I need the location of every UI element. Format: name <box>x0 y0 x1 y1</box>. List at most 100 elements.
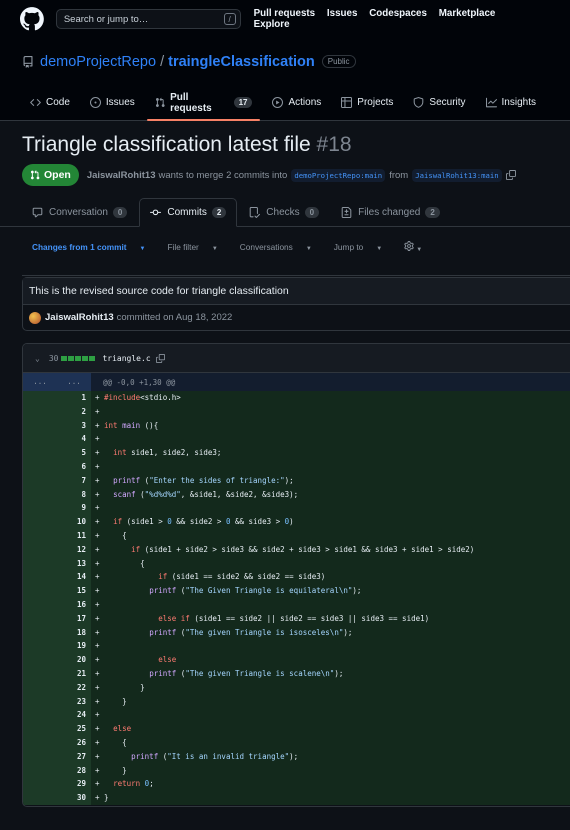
code-line: + printf ("It is an invalid triangle"); <box>91 749 570 764</box>
new-line-number[interactable]: 29 <box>57 777 91 792</box>
conversations-dropdown[interactable]: Conversations ▼ <box>240 242 323 252</box>
copy-icon[interactable] <box>505 170 516 180</box>
new-line-number[interactable]: 23 <box>57 694 91 709</box>
repo-name-link[interactable]: traingleClassification <box>168 54 315 70</box>
tab-security[interactable]: Security <box>405 85 473 120</box>
expand-down-button[interactable]: ... <box>57 373 91 391</box>
file-filter-dropdown[interactable]: File filter ▼ <box>167 242 228 252</box>
old-line-number <box>23 749 57 764</box>
new-line-number[interactable]: 18 <box>57 625 91 640</box>
new-line-number[interactable]: 27 <box>57 749 91 764</box>
code-line: + } <box>91 680 570 695</box>
tab-actions[interactable]: Actions <box>264 85 329 120</box>
code-line: + <box>91 459 570 474</box>
repo-owner-link[interactable]: demoProjectRepo <box>40 54 156 70</box>
pr-header: Triangle classification latest file #18 … <box>0 133 570 186</box>
code-line: + int main (){ <box>91 418 570 433</box>
new-line-number[interactable]: 2 <box>57 404 91 419</box>
tab-projects[interactable]: Projects <box>333 85 401 120</box>
new-line-number[interactable]: 7 <box>57 473 91 488</box>
tab-issues[interactable]: Issues <box>82 85 143 120</box>
new-line-number[interactable]: 24 <box>57 708 91 723</box>
chevron-down-icon[interactable]: ⌄ <box>35 354 40 363</box>
new-line-number[interactable]: 26 <box>57 735 91 750</box>
new-line-number[interactable]: 19 <box>57 639 91 654</box>
avatar[interactable] <box>29 311 41 324</box>
commit-range-dropdown[interactable]: Changes from 1 commit ▼ <box>32 242 156 252</box>
commit-date: committed on Aug 18, 2022 <box>116 312 233 323</box>
new-line-number[interactable]: 20 <box>57 653 91 667</box>
new-line-number[interactable]: 14 <box>57 570 91 585</box>
old-line-number <box>23 722 57 736</box>
search-input[interactable]: Search or jump to… / <box>55 9 241 29</box>
old-line-number <box>23 391 57 405</box>
tab-label: Issues <box>105 97 135 108</box>
new-line-number[interactable]: 21 <box>57 666 91 681</box>
diff-line: 26 + { <box>23 735 570 750</box>
base-branch[interactable]: demoProjectRepo:main <box>291 168 386 182</box>
table-icon <box>341 97 353 108</box>
tab-conversation[interactable]: Conversation 0 <box>22 198 137 226</box>
old-line-number <box>23 446 57 460</box>
new-line-number[interactable]: 22 <box>57 680 91 695</box>
new-line-number[interactable]: 6 <box>57 459 91 474</box>
tab-insights[interactable]: Insights <box>478 85 544 120</box>
nav-marketplace[interactable]: Marketplace <box>439 8 496 19</box>
tab-label: Conversation <box>49 206 108 218</box>
new-line-number[interactable]: 28 <box>57 763 91 778</box>
diff-line: 10 + if (side1 > 0 && side2 > 0 && side3 … <box>23 515 570 529</box>
new-line-number[interactable]: 17 <box>57 611 91 626</box>
code-line: + scanf ("%d%d%d", &side1, &side2, &side… <box>91 487 570 502</box>
tab-pull-requests[interactable]: Pull requests 17 <box>146 85 261 121</box>
new-line-number[interactable]: 12 <box>57 542 91 557</box>
copy-icon[interactable] <box>155 353 165 363</box>
diff-line: 18 + printf ("The given Triangle is isosc… <box>23 625 570 640</box>
old-line-number <box>23 597 57 612</box>
head-branch[interactable]: JaiswalRohit13:main <box>412 168 502 182</box>
new-line-number[interactable]: 16 <box>57 597 91 612</box>
tab-code[interactable]: Code <box>22 85 78 120</box>
commit-icon <box>150 209 162 216</box>
jump-to-dropdown[interactable]: Jump to ▼ <box>334 242 393 252</box>
new-line-number[interactable]: 9 <box>57 501 91 516</box>
new-line-number[interactable]: 30 <box>57 791 91 805</box>
tab-checks[interactable]: Checks 0 <box>239 198 329 226</box>
commit-author-link[interactable]: JaiswalRohit13 <box>45 312 114 323</box>
new-line-number[interactable]: 11 <box>57 528 91 543</box>
nav-pull-requests[interactable]: Pull requests <box>254 8 316 19</box>
search-shortcut-key: / <box>223 13 236 25</box>
github-logo-icon[interactable] <box>20 7 44 31</box>
commit-message[interactable]: This is the revised source code for tria… <box>23 278 570 305</box>
pr-merge-text: wants to merge 2 commits into <box>158 169 288 181</box>
nav-issues[interactable]: Issues <box>327 8 358 19</box>
new-line-number[interactable]: 13 <box>57 556 91 571</box>
file-name-link[interactable]: triangle.c <box>102 354 150 363</box>
old-line-number <box>23 639 57 654</box>
new-line-number[interactable]: 15 <box>57 584 91 598</box>
diff-line: 12 + if (side1 + side2 > side3 && side2 +… <box>23 542 570 557</box>
code-line: + #include<stdio.h> <box>91 391 570 405</box>
old-line-number <box>23 459 57 474</box>
old-line-number <box>23 653 57 667</box>
code-line: + } <box>91 694 570 709</box>
diff-settings-dropdown[interactable]: ▼ <box>404 240 433 253</box>
new-line-number[interactable]: 8 <box>57 487 91 502</box>
new-line-number[interactable]: 25 <box>57 722 91 736</box>
pr-meta: Open JaiswalRohit13 wants to merge 2 com… <box>22 164 548 186</box>
new-line-number[interactable]: 3 <box>57 418 91 433</box>
new-line-number[interactable]: 5 <box>57 446 91 460</box>
nav-codespaces[interactable]: Codespaces <box>369 8 427 19</box>
divider <box>22 275 570 276</box>
new-line-number[interactable]: 1 <box>57 391 91 405</box>
new-line-number[interactable]: 10 <box>57 515 91 529</box>
pr-author-link[interactable]: JaiswalRohit13 <box>87 170 156 181</box>
chevron-down-icon: ▼ <box>376 245 383 252</box>
tab-files-changed[interactable]: Files changed 2 <box>331 198 450 226</box>
diff-line: 29 + return 0; <box>23 777 570 792</box>
tab-commits[interactable]: Commits 2 <box>139 198 238 227</box>
checklist-icon <box>249 206 261 218</box>
expand-up-button[interactable]: ... <box>23 373 57 391</box>
new-line-number[interactable]: 4 <box>57 432 91 447</box>
code-line: + <box>91 404 570 419</box>
nav-explore[interactable]: Explore <box>254 19 290 30</box>
